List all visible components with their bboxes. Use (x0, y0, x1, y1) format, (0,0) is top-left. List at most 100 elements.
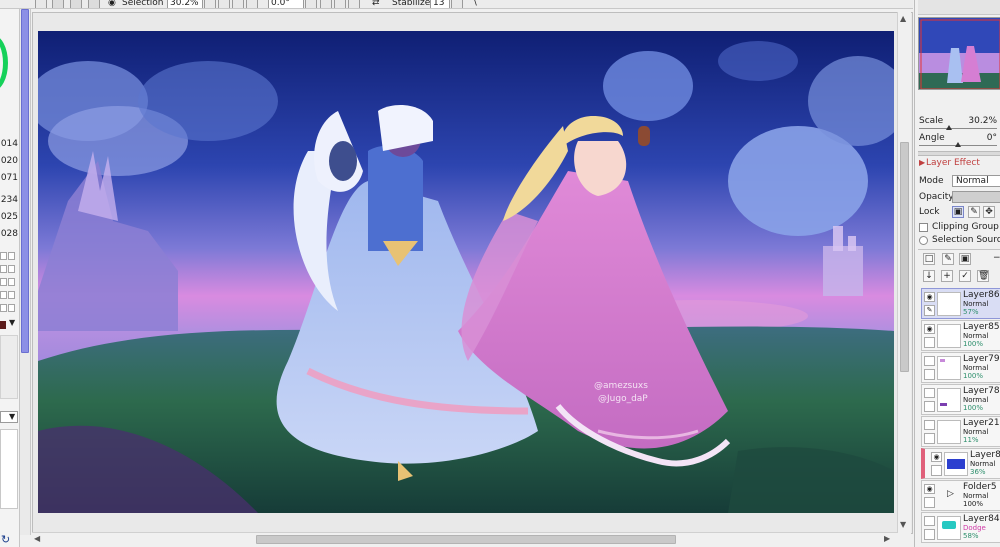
zoom-reset-button[interactable] (246, 0, 258, 8)
transfer-down-icon[interactable]: ↓ (923, 270, 935, 282)
rotate-left-button[interactable] (320, 0, 332, 8)
visibility-toggle-box[interactable] (924, 516, 935, 526)
swatch-box[interactable] (8, 278, 15, 286)
zoom-field[interactable]: 30.2% (167, 0, 203, 8)
folder-expand-icon[interactable]: ▷ (947, 489, 954, 499)
navigator-preview[interactable] (918, 17, 1000, 90)
scroll-up-arrow-icon[interactable]: ▲ (900, 14, 906, 23)
visibility-eye-icon[interactable]: ◉ (924, 292, 935, 302)
layer-row[interactable]: ◉ ▷ Folder5 Normal 100% (921, 480, 1000, 511)
layer-edit-icon[interactable]: ✎ (924, 305, 935, 316)
swatch-box[interactable] (8, 265, 15, 273)
brush-size-swatch[interactable] (0, 321, 6, 329)
panel-divider[interactable] (918, 151, 1000, 156)
flip-icon[interactable]: ⇄ (372, 0, 380, 8)
lock-move-icon[interactable]: ✥ (983, 206, 995, 218)
layer-lock-box[interactable] (931, 465, 942, 476)
zoom-out-button[interactable] (218, 0, 230, 8)
layer-row[interactable]: Layer78 Normal 100% (921, 384, 1000, 415)
lock-transparency-icon[interactable]: ▣ (952, 206, 964, 218)
navigator-title-bar (918, 0, 1000, 15)
swatch-box[interactable] (0, 291, 7, 299)
swatch-box[interactable] (0, 265, 7, 273)
layer-row[interactable]: Layer84 Dodge 58% (921, 512, 1000, 543)
visibility-eye-icon[interactable]: ◉ (924, 324, 935, 334)
artwork-canvas[interactable]: @amezsuxs @Jugo_daP (38, 31, 894, 513)
layer-row[interactable]: Layer79 Normal 100% (921, 352, 1000, 383)
vertical-scrollbar[interactable]: ▲ ▼ (897, 12, 911, 534)
new-folder-icon[interactable]: ▣ (959, 253, 971, 265)
angle-slider-handle[interactable] (955, 142, 961, 147)
vertical-scroll-thumb[interactable] (900, 142, 909, 372)
visibility-eye-icon[interactable]: ◉ (924, 484, 935, 494)
swatch-box[interactable] (8, 291, 15, 299)
density-list[interactable] (0, 335, 18, 399)
swatch-box[interactable] (0, 252, 7, 260)
zoom-dropdown-button[interactable] (204, 0, 216, 8)
clear-layer-icon[interactable]: ✓ (959, 270, 971, 282)
visibility-toggle-box[interactable] (924, 356, 935, 366)
layer-row[interactable]: ◉ Layer8 Normal 36% (921, 448, 1000, 479)
layer-lock-box[interactable] (924, 401, 935, 412)
layer-lock-box[interactable] (924, 529, 935, 540)
scroll-down-arrow-icon[interactable]: ▼ (900, 520, 906, 529)
eye-icon[interactable]: ◉ (108, 0, 116, 8)
scroll-left-arrow-icon[interactable]: ◀ (34, 534, 40, 543)
toolbar-button[interactable] (35, 0, 47, 8)
scroll-right-arrow-icon[interactable]: ▶ (884, 534, 890, 543)
selection-source-checkbox[interactable] (919, 236, 928, 245)
opacity-slider[interactable] (952, 191, 1000, 203)
collapse-icon[interactable]: − (993, 253, 1000, 263)
visibility-toggle-box[interactable] (924, 388, 935, 398)
angle-value: 0° (986, 133, 997, 143)
blend-mode-select[interactable]: Normal (952, 175, 1000, 187)
layer-lock-box[interactable] (924, 369, 935, 380)
visibility-toggle-box[interactable] (924, 420, 935, 430)
expand-arrow-icon[interactable]: ▶ (919, 158, 925, 167)
zoom-in-button[interactable] (232, 0, 244, 8)
layer-name: Layer85 (963, 322, 1000, 332)
horizontal-scroll-thumb[interactable] (256, 535, 676, 544)
left-panel-scrollbar[interactable] (20, 9, 31, 535)
swap-colors-icon[interactable]: ↻ (1, 533, 17, 546)
stabilizer-dropdown-button[interactable] (451, 0, 463, 8)
layer-opacity: 100% (963, 372, 984, 380)
scale-slider-track[interactable] (919, 128, 997, 129)
merge-down-icon[interactable]: + (941, 270, 953, 282)
clipping-group-checkbox[interactable] (919, 223, 928, 232)
stabilizer-field[interactable]: 13 (430, 0, 450, 8)
rotation-dropdown-button[interactable] (305, 0, 317, 8)
layer-row[interactable]: ◉ Layer85 Normal 100% (921, 320, 1000, 351)
swatch-box[interactable] (8, 304, 15, 312)
left-scroll-thumb[interactable] (21, 9, 29, 353)
layer-row[interactable]: Layer21 Normal 11% (921, 416, 1000, 447)
new-linework-layer-icon[interactable]: ✎ (942, 253, 954, 265)
toolbar-button[interactable] (88, 0, 100, 8)
toolbar-button[interactable] (52, 0, 64, 8)
layer-lock-box[interactable] (924, 497, 935, 508)
swatch-box[interactable] (0, 304, 7, 312)
toolbar-button[interactable] (70, 0, 82, 8)
rotate-right-button[interactable] (334, 0, 346, 8)
delete-layer-icon[interactable]: 🗑 (977, 270, 989, 282)
scale-slider-handle[interactable] (946, 125, 952, 130)
scale-value: 30.2% (968, 116, 997, 126)
rotation-field[interactable]: 0.0° (268, 0, 304, 8)
artwork-illustration[interactable] (38, 31, 894, 513)
color-wheel-edge[interactable] (0, 35, 8, 91)
chevron-down-icon[interactable]: ▼ (9, 318, 15, 327)
horizontal-scrollbar[interactable]: ◀ ▶ (32, 532, 898, 546)
chevron-down-icon[interactable]: ▼ (9, 412, 15, 421)
layer-row[interactable]: ◉ ✎ Layer86 Normal 57% (921, 288, 1000, 319)
visibility-eye-icon[interactable]: ◉ (931, 452, 942, 462)
layer-lock-box[interactable] (924, 337, 935, 348)
new-layer-icon[interactable]: □ (923, 253, 935, 265)
pen-pressure-icon[interactable]: ∖ (472, 0, 478, 8)
layer-effect-header[interactable]: Layer Effect (926, 158, 980, 168)
swatch-box[interactable] (0, 278, 7, 286)
rotate-reset-button[interactable] (348, 0, 360, 8)
tool-options-box[interactable] (0, 429, 18, 509)
swatch-box[interactable] (8, 252, 15, 260)
layer-lock-box[interactable] (924, 433, 935, 444)
lock-paint-icon[interactable]: ✎ (968, 206, 980, 218)
